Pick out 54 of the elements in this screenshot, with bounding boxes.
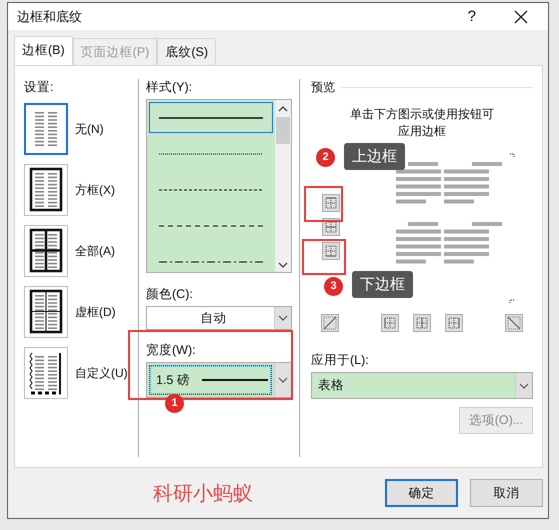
option-label: 方框(X) — [75, 182, 115, 198]
border-button-icon[interactable] — [321, 314, 339, 332]
border-button-icon[interactable] — [445, 314, 463, 332]
ok-button[interactable]: 确定 — [385, 479, 458, 507]
option-label: 虚框(D) — [75, 304, 116, 320]
tab[interactable]: 边框(B) — [14, 36, 73, 65]
field-label: 应用于(L): — [311, 352, 370, 368]
cancel-button[interactable]: 取消 — [470, 479, 543, 507]
line-sample-icon — [202, 378, 268, 382]
callout-label: 上边框 — [344, 143, 405, 170]
field-label: 颜色(C): — [146, 286, 194, 302]
border-button-icon[interactable] — [322, 194, 340, 212]
border-button-icon[interactable] — [505, 314, 523, 332]
callout-label: 下边框 — [352, 271, 413, 298]
line-sample-icon — [159, 152, 263, 156]
line-sample-icon — [159, 260, 263, 264]
section-label: 设置: — [24, 79, 54, 95]
style-list[interactable] — [146, 99, 292, 273]
highlight-frame — [304, 186, 343, 222]
setting-option[interactable] — [24, 225, 68, 277]
brand-text: 科研小蚂蚁 — [153, 482, 254, 506]
help-button[interactable]: ? — [468, 8, 476, 25]
border-button-icon[interactable] — [413, 314, 431, 332]
line-sample-icon — [159, 224, 263, 228]
setting-option[interactable] — [24, 164, 68, 216]
tab[interactable]: 底纹(S) — [157, 38, 216, 65]
border-button-icon[interactable] — [381, 314, 399, 332]
window-title: 边框和底纹 — [17, 8, 83, 26]
section-label: 预览 — [311, 79, 335, 96]
scroll-thumb[interactable] — [276, 117, 290, 144]
line-sample-icon — [159, 188, 263, 192]
field-label: 样式(Y): — [146, 79, 194, 95]
highlight-frame — [302, 239, 346, 275]
line-style-option[interactable] — [149, 102, 273, 133]
caret-icon — [277, 314, 289, 322]
line-sample-icon — [159, 116, 263, 120]
scrollbar[interactable] — [275, 100, 291, 272]
caret-icon — [518, 382, 530, 390]
apply-to-dropdown[interactable]: 表格 — [311, 372, 533, 399]
option-label: 全部(A) — [75, 242, 115, 260]
option-label: 自定义(U) — [75, 364, 128, 382]
close-icon[interactable] — [514, 10, 528, 24]
table-layout-icon — [27, 227, 65, 275]
border-button-icon[interactable] — [322, 242, 340, 260]
field-label: 宽度(W): — [146, 342, 197, 358]
color-dropdown[interactable]: 自动 — [146, 306, 292, 330]
table-layout-icon — [27, 288, 65, 336]
table-layout-icon — [27, 166, 65, 214]
setting-option[interactable] — [24, 347, 68, 399]
hint-text: 单击下方图示或使用按钮可应用边框 — [349, 106, 495, 140]
width-dropdown[interactable]: 1.5 磅 — [146, 362, 292, 398]
caret-icon — [277, 376, 289, 384]
option-label: 无(N) — [75, 120, 104, 138]
setting-option[interactable] — [24, 286, 68, 338]
